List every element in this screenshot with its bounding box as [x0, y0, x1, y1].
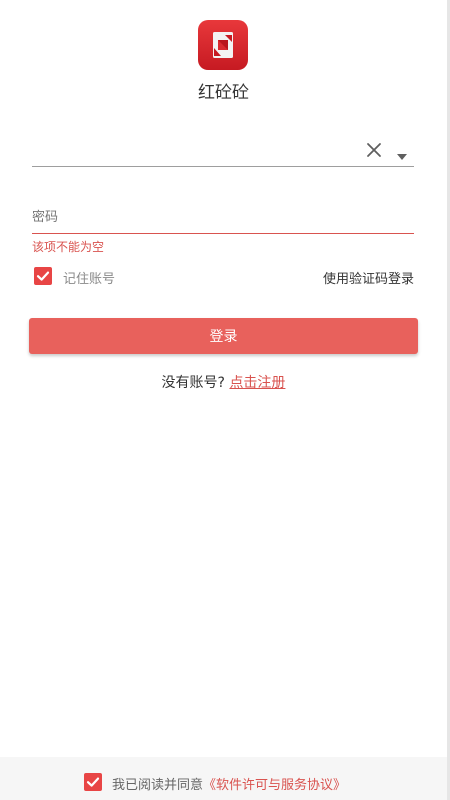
password-field	[32, 200, 414, 234]
caret-down-icon[interactable]	[396, 146, 408, 160]
register-row: 没有账号? 点击注册	[0, 372, 447, 392]
close-icon[interactable]	[366, 142, 382, 158]
check-icon	[36, 271, 50, 281]
agreement-footer: 我已阅读并同意《软件许可与服务协议》	[0, 757, 447, 800]
app-name: 红砼砼	[198, 83, 249, 103]
register-link[interactable]: 点击注册	[229, 375, 285, 391]
agree-prefix: 我已阅读并同意	[112, 778, 204, 793]
remember-account-label[interactable]: 记住账号	[63, 268, 115, 287]
software-license-agreement-link[interactable]: 《软件许可与服务协议》	[203, 778, 346, 793]
password-error-message: 该项不能为空	[32, 240, 105, 254]
agree-terms-text: 我已阅读并同意《软件许可与服务协议》	[112, 774, 346, 793]
sms-code-login-link[interactable]: 使用验证码登录	[323, 268, 414, 287]
password-input[interactable]	[32, 204, 412, 230]
register-prompt: 没有账号?	[161, 375, 225, 391]
check-icon	[86, 777, 100, 787]
login-button[interactable]: 登录	[29, 318, 418, 354]
account-field	[32, 132, 414, 167]
app-logo-icon	[198, 20, 248, 70]
account-input[interactable]	[32, 136, 352, 162]
remember-account-checkbox[interactable]	[34, 267, 52, 285]
agree-terms-checkbox[interactable]	[84, 773, 102, 791]
login-page: 红砼砼 该项不能为空 记住账号 使用验证码登录 登录 没有账号? 点击注册 我已…	[0, 0, 450, 800]
